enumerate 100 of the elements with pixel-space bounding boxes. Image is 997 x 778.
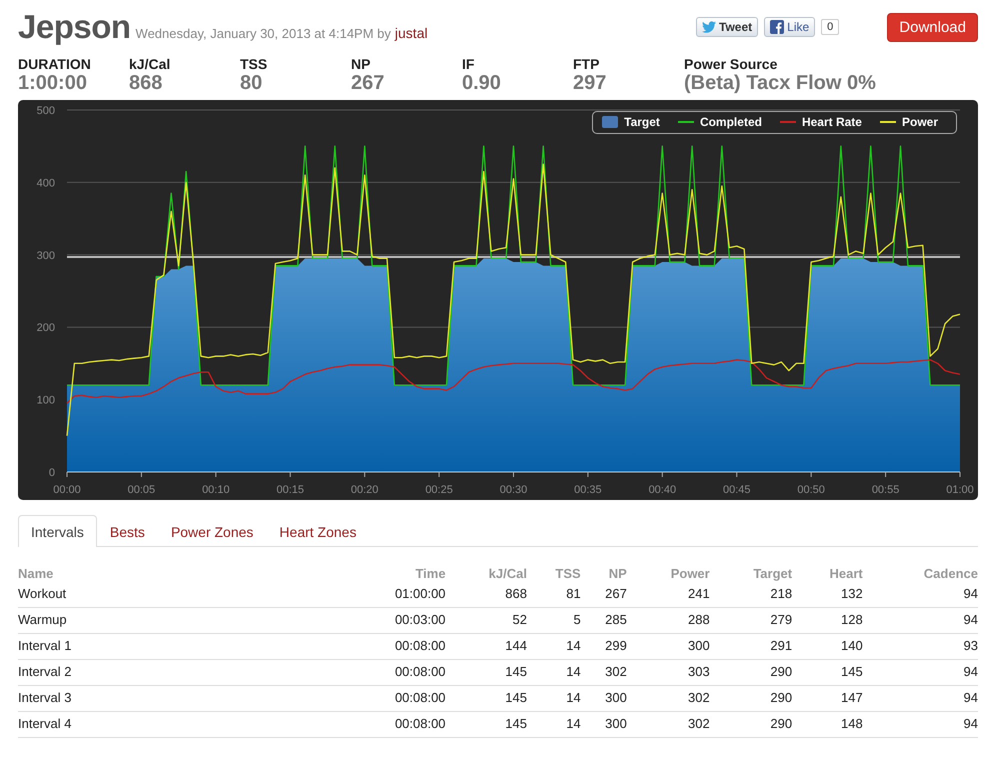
y-axis-label: 500 [36,105,55,117]
x-axis-label: 00:30 [500,484,528,496]
x-axis-label: 00:40 [648,484,676,496]
download-button[interactable]: Download [887,12,978,42]
table-cell: 299 [580,634,627,660]
stat-value: 1:00:00 [18,72,88,94]
table-cell: 14 [526,634,581,660]
table-cell: 148 [792,712,863,738]
table-cell: Workout [18,582,338,608]
table-cell: 303 [626,660,710,686]
x-axis-label: 00:20 [350,484,378,496]
y-axis-label: 300 [36,250,55,262]
table-cell: 00:03:00 [338,608,446,634]
column-header: Target [710,564,792,582]
column-header: Name [18,565,54,582]
tweet-button[interactable]: Tweet [696,17,758,37]
table-cell: 241 [626,582,710,608]
x-axis-label: 00:05 [128,484,156,496]
stat-label: DURATION [18,56,92,72]
stat-label: IF [462,56,476,72]
column-header: TSS [554,565,581,582]
table-cell: 290 [710,712,792,738]
x-axis-label: 00:50 [797,484,825,496]
table-cell: 218 [710,582,792,608]
stat-label: TSS [240,56,268,72]
column-header: Time [414,565,446,582]
table-cell: 302 [626,712,710,738]
table-cell: 94 [862,686,978,712]
table-cell: 00:08:00 [338,660,446,686]
table-cell: Interval 4 [18,712,338,738]
y-axis-label: 0 [48,467,55,479]
legend-swatch-icon [602,116,618,128]
table-cell: 14 [526,712,581,738]
stat-value: (Beta) Tacx Flow 0% [684,72,876,94]
legend-line-icon [780,121,796,123]
legend-label: Target [624,115,660,129]
table-cell: 00:08:00 [338,712,446,738]
stat-value: 0.90 [462,72,502,94]
table-cell: 132 [792,582,863,608]
column-header: NP [580,564,627,582]
x-axis-label: 00:10 [202,484,230,496]
table-cell: 93 [862,634,978,660]
table-cell: 52 [446,608,527,634]
like-count: 0 [821,19,840,35]
bird-icon [702,21,716,33]
stat-label: kJ/Cal [129,56,172,72]
table-cell: 290 [710,660,792,686]
table-cell: 147 [792,686,863,712]
table-cell: 300 [626,634,710,660]
x-axis-label: 00:55 [872,484,900,496]
legend-label: Completed [700,115,762,129]
table-cell: 94 [862,582,978,608]
table-cell: 00:08:00 [338,634,446,660]
y-axis-label: 200 [36,322,55,334]
legend-line-icon [880,121,896,123]
tab[interactable]: Power Zones [158,515,266,547]
legend-line-icon [678,121,694,123]
x-axis-label: 00:45 [722,484,751,496]
table-cell: 145 [446,712,527,738]
table-cell: 868 [446,582,527,608]
table-cell: 14 [526,660,581,686]
workout-date: Wednesday, January 30, 2013 at 4:14PM by [136,26,391,41]
table-cell: 00:08:00 [338,686,446,712]
stat-value: 297 [573,72,608,94]
legend-label: Heart Rate [802,115,862,129]
table-cell: 291 [710,634,792,660]
table-cell: 145 [792,660,863,686]
table-cell: 01:00:00 [338,582,446,608]
legend-label: Power [902,115,938,129]
stat-label: Power Source [684,56,778,72]
table-cell: Interval 3 [18,686,338,712]
table-cell: 14 [526,686,581,712]
x-axis-label: 00:25 [425,484,453,496]
table-cell: 94 [862,608,978,634]
x-axis-label: 00:35 [574,484,602,496]
stat-label: FTP [573,56,600,72]
table-cell: 81 [526,582,581,608]
tab[interactable]: Intervals [18,515,97,547]
table-cell: 145 [446,686,527,712]
table-cell: 94 [862,712,978,738]
table-cell: 94 [862,660,978,686]
table-cell: 128 [792,608,863,634]
like-button[interactable]: Like [764,17,816,37]
table-cell: 144 [446,634,527,660]
author-link[interactable]: justal [394,25,428,41]
table-cell: 140 [792,634,863,660]
stat-value: 267 [351,72,386,94]
tab[interactable]: Bests [96,515,158,547]
x-axis-label: 00:15 [276,484,304,496]
table-cell: 302 [580,660,627,686]
table-cell: 279 [710,608,792,634]
column-header: Power [670,565,710,582]
table-cell: 290 [710,686,792,712]
table-cell: Warmup [18,608,338,634]
column-header: Cadence [862,564,978,582]
tab[interactable]: Heart Zones [266,515,370,547]
stat-label: NP [351,56,372,72]
facebook-icon [770,20,784,34]
y-axis-label: 400 [36,177,55,190]
workout-title: Jepson [18,8,131,46]
